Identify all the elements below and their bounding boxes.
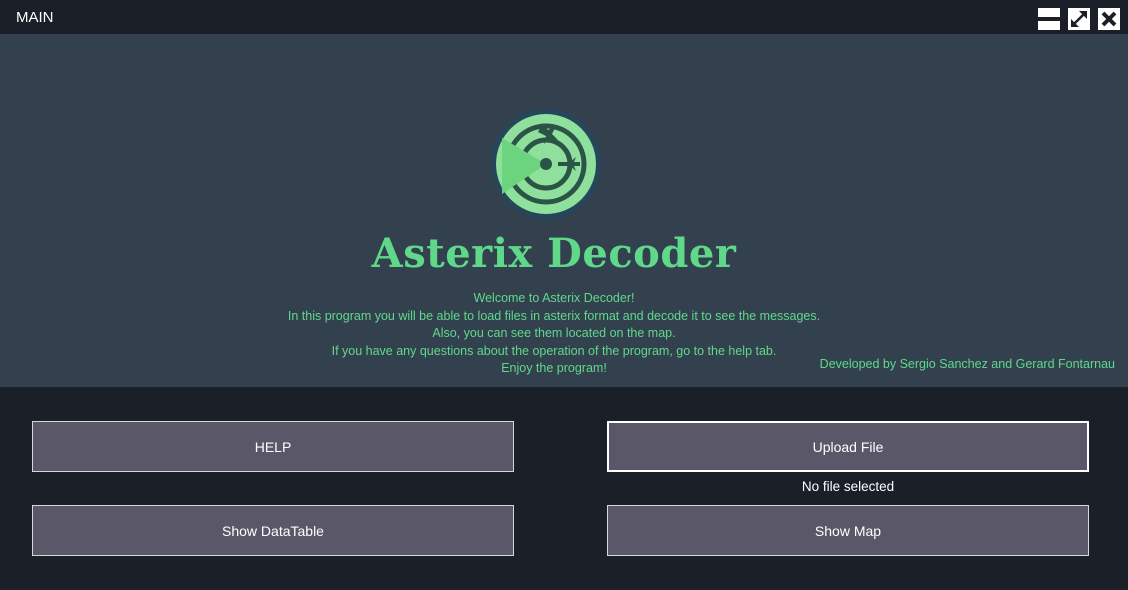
title-bar[interactable]: MAIN xyxy=(0,0,1128,34)
file-status-label: No file selected xyxy=(801,479,895,494)
app-name: Asterix Decoder xyxy=(371,230,737,277)
credits-text: Developed by Sergio Sanchez and Gerard F… xyxy=(819,357,1115,371)
maximize-icon xyxy=(1071,11,1087,27)
minimize-icon xyxy=(1038,17,1060,21)
help-button[interactable]: HELP xyxy=(32,421,514,472)
maximize-button[interactable] xyxy=(1068,8,1090,30)
welcome-line: Also, you can see them located on the ma… xyxy=(432,326,676,340)
radar-plane-icon xyxy=(491,109,601,219)
welcome-panel: Asterix Decoder Welcome to Asterix Decod… xyxy=(0,34,1128,387)
close-icon xyxy=(1101,11,1117,27)
main-window: MAIN Asterix Decoder Welcome to Asterix … xyxy=(0,0,1128,590)
close-button[interactable] xyxy=(1098,8,1120,30)
show-map-button[interactable]: Show Map xyxy=(607,505,1089,556)
welcome-line: In this program you will be able to load… xyxy=(287,308,821,323)
welcome-line: Welcome to Asterix Decoder! xyxy=(473,291,635,305)
window-title: MAIN xyxy=(16,9,54,26)
minimize-button[interactable] xyxy=(1038,8,1060,30)
upload-file-button[interactable]: Upload File xyxy=(607,421,1089,472)
show-datatable-button[interactable]: Show DataTable xyxy=(32,505,514,556)
